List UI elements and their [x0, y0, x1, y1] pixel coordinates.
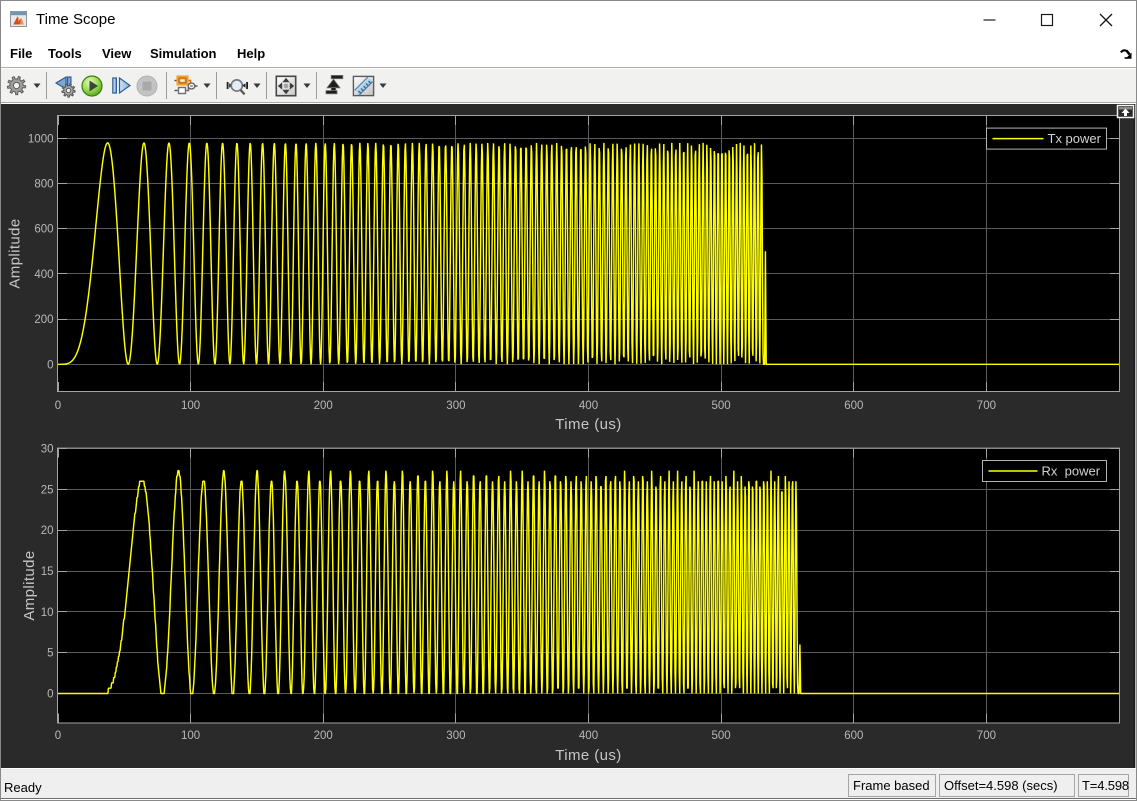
svg-text:100: 100 [181, 400, 200, 412]
svg-text:600: 600 [844, 400, 863, 412]
svg-text:25: 25 [41, 484, 54, 496]
svg-text:400: 400 [579, 730, 598, 742]
svg-text:800: 800 [34, 179, 53, 191]
svg-text:30: 30 [41, 444, 54, 456]
svg-text:Rx power: Rx power [1042, 464, 1101, 479]
svg-text:Amplitude: Amplitude [21, 550, 38, 620]
svg-text:0: 0 [47, 359, 53, 371]
svg-text:400: 400 [34, 269, 53, 281]
svg-text:100: 100 [181, 730, 200, 742]
svg-text:500: 500 [712, 400, 731, 412]
svg-text:Time (us): Time (us) [555, 747, 621, 764]
svg-text:15: 15 [41, 566, 54, 578]
svg-text:0: 0 [55, 730, 61, 742]
svg-text:Time (us): Time (us) [555, 416, 621, 433]
svg-text:20: 20 [41, 525, 54, 537]
svg-text:700: 700 [977, 730, 996, 742]
svg-text:700: 700 [977, 400, 996, 412]
svg-text:500: 500 [712, 730, 731, 742]
svg-text:1000: 1000 [28, 133, 54, 145]
svg-text:600: 600 [34, 224, 53, 236]
svg-text:400: 400 [579, 400, 598, 412]
svg-text:0: 0 [47, 689, 53, 701]
svg-text:300: 300 [446, 730, 465, 742]
svg-text:5: 5 [47, 648, 53, 660]
svg-text:200: 200 [314, 400, 333, 412]
svg-text:200: 200 [314, 730, 333, 742]
svg-text:0: 0 [55, 400, 61, 412]
svg-text:Tx power: Tx power [1048, 131, 1102, 146]
svg-text:200: 200 [34, 314, 53, 326]
svg-text:Amplitude: Amplitude [7, 218, 24, 288]
svg-text:300: 300 [446, 400, 465, 412]
svg-text:10: 10 [41, 607, 54, 619]
svg-text:600: 600 [844, 730, 863, 742]
